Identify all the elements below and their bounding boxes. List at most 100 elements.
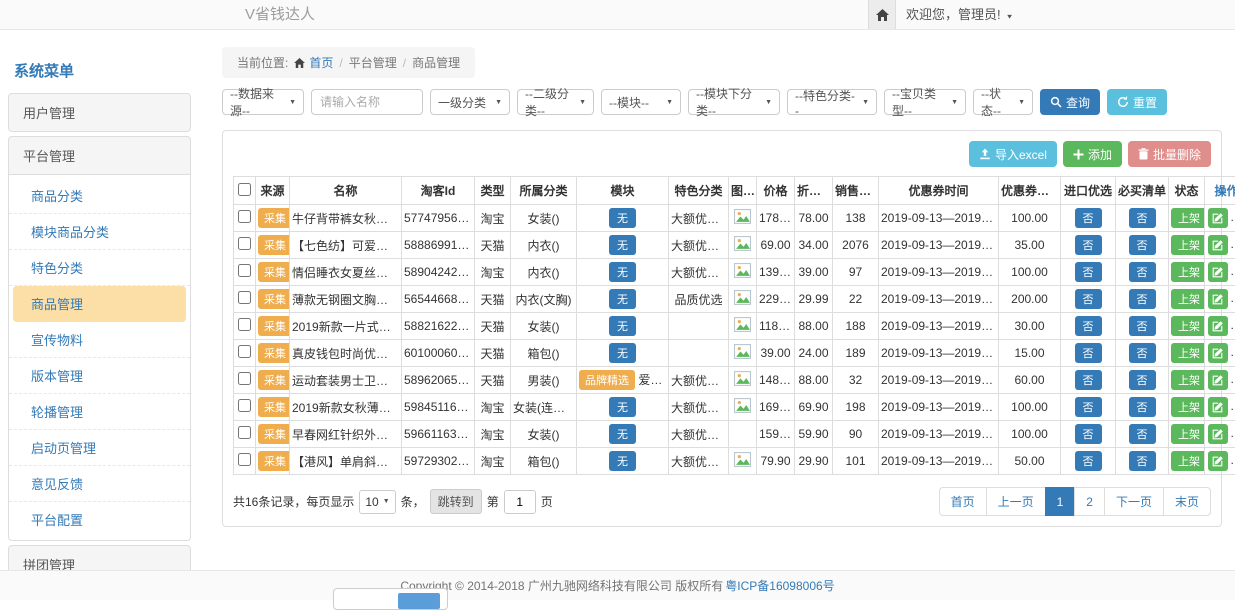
sidebar-group-2[interactable]: 拼团管理 xyxy=(8,545,191,570)
row-checkbox[interactable] xyxy=(238,291,251,304)
reset-button[interactable]: 重置 xyxy=(1107,89,1167,115)
row-checkbox[interactable] xyxy=(238,264,251,277)
import-select-toggle[interactable]: 否 xyxy=(1075,208,1102,228)
must-buy-toggle[interactable]: 否 xyxy=(1129,370,1156,390)
status-badge[interactable]: 上架 xyxy=(1171,343,1205,363)
status-badge[interactable]: 上架 xyxy=(1171,208,1205,228)
must-buy-toggle[interactable]: 否 xyxy=(1129,424,1156,444)
must-buy-toggle[interactable]: 否 xyxy=(1129,451,1156,471)
breadcrumb-home-link[interactable]: 首页 xyxy=(294,54,333,71)
edit-button[interactable] xyxy=(1208,316,1228,336)
icp-link[interactable]: 粤ICP备16098006号 xyxy=(725,577,834,594)
import-select-toggle[interactable]: 否 xyxy=(1075,343,1102,363)
import-select-toggle[interactable]: 否 xyxy=(1075,316,1102,336)
page-button-4[interactable]: 下一页 xyxy=(1104,487,1164,516)
row-checkbox[interactable] xyxy=(238,318,251,331)
edit-button[interactable] xyxy=(1208,208,1228,228)
page-button-3[interactable]: 2 xyxy=(1074,487,1105,516)
must-buy-toggle[interactable]: 否 xyxy=(1129,397,1156,417)
import-select-toggle[interactable]: 否 xyxy=(1075,424,1102,444)
must-buy-toggle[interactable]: 否 xyxy=(1129,262,1156,282)
import-select-toggle[interactable]: 否 xyxy=(1075,370,1102,390)
sidebar-item-6[interactable]: 轮播管理 xyxy=(9,394,190,430)
import-select-toggle[interactable]: 否 xyxy=(1075,235,1102,255)
row-checkbox[interactable] xyxy=(238,210,251,223)
must-buy-toggle[interactable]: 否 xyxy=(1129,343,1156,363)
edit-button[interactable] xyxy=(1208,451,1228,471)
filter-select-2[interactable]: --模块--▼ xyxy=(601,89,681,115)
edit-button[interactable] xyxy=(1208,235,1228,255)
select-all-checkbox[interactable] xyxy=(238,183,251,196)
page-button-1[interactable]: 上一页 xyxy=(986,487,1046,516)
module-none-badge[interactable]: 无 xyxy=(609,289,636,309)
row-checkbox[interactable] xyxy=(238,345,251,358)
sidebar-item-2[interactable]: 特色分类 xyxy=(9,250,190,286)
module-none-badge[interactable]: 无 xyxy=(609,424,636,444)
module-none-badge[interactable]: 无 xyxy=(609,208,636,228)
sidebar-item-5[interactable]: 版本管理 xyxy=(9,358,190,394)
module-none-badge[interactable]: 无 xyxy=(609,316,636,336)
edit-button[interactable] xyxy=(1208,424,1228,444)
user-menu[interactable]: 欢迎您，管理员!▼ xyxy=(906,0,1014,31)
filter-select-4[interactable]: --特色分类--▼ xyxy=(787,89,877,115)
edit-button[interactable] xyxy=(1208,370,1228,390)
filter-select-source[interactable]: --数据来源--▼ xyxy=(222,89,304,115)
status-badge[interactable]: 上架 xyxy=(1171,289,1205,309)
filter-select-0[interactable]: 一级分类▼ xyxy=(430,89,510,115)
status-badge[interactable]: 上架 xyxy=(1171,262,1205,282)
sidebar-item-4[interactable]: 宣传物料 xyxy=(9,322,190,358)
row-checkbox[interactable] xyxy=(238,372,251,385)
module-none-badge[interactable]: 无 xyxy=(609,235,636,255)
module-none-badge[interactable]: 无 xyxy=(609,451,636,471)
page-button-5[interactable]: 末页 xyxy=(1163,487,1211,516)
add-button[interactable]: 添加 xyxy=(1063,141,1122,167)
must-buy-toggle[interactable]: 否 xyxy=(1129,316,1156,336)
status-badge[interactable]: 上架 xyxy=(1171,397,1205,417)
must-buy-toggle[interactable]: 否 xyxy=(1129,289,1156,309)
import-excel-button[interactable]: 导入excel xyxy=(969,141,1057,167)
sidebar-item-0[interactable]: 商品分类 xyxy=(9,178,190,214)
jump-page-input[interactable] xyxy=(504,490,536,514)
page-button-2[interactable]: 1 xyxy=(1045,487,1076,516)
module-none-badge[interactable]: 无 xyxy=(609,397,636,417)
search-button[interactable]: 查询 xyxy=(1040,89,1100,115)
import-select-toggle[interactable]: 否 xyxy=(1075,397,1102,417)
row-checkbox[interactable] xyxy=(238,399,251,412)
status-badge[interactable]: 上架 xyxy=(1171,235,1205,255)
status-badge[interactable]: 上架 xyxy=(1171,370,1205,390)
row-checkbox[interactable] xyxy=(238,426,251,439)
status-badge[interactable]: 上架 xyxy=(1171,316,1205,336)
name-search-input[interactable] xyxy=(311,89,423,115)
module-none-badge[interactable]: 无 xyxy=(609,343,636,363)
module-none-badge[interactable]: 无 xyxy=(609,262,636,282)
edit-button[interactable] xyxy=(1208,262,1228,282)
sidebar-item-1[interactable]: 模块商品分类 xyxy=(9,214,190,250)
page-button-0[interactable]: 首页 xyxy=(939,487,987,516)
sidebar-group-0[interactable]: 用户管理 xyxy=(8,93,191,132)
sidebar-group-1[interactable]: 平台管理 xyxy=(8,136,191,175)
sidebar-item-9[interactable]: 平台配置 xyxy=(9,502,190,537)
must-buy-toggle[interactable]: 否 xyxy=(1129,208,1156,228)
sidebar-item-3[interactable]: 商品管理 xyxy=(13,286,186,322)
sidebar-item-8[interactable]: 意见反馈 xyxy=(9,466,190,502)
filter-select-5[interactable]: --宝贝类型--▼ xyxy=(884,89,966,115)
filter-select-6[interactable]: --状态--▼ xyxy=(973,89,1033,115)
edit-button[interactable] xyxy=(1208,397,1228,417)
import-select-toggle[interactable]: 否 xyxy=(1075,262,1102,282)
edit-button[interactable] xyxy=(1208,343,1228,363)
page-size-select[interactable]: 10 ▼ xyxy=(359,490,395,514)
status-badge[interactable]: 上架 xyxy=(1171,424,1205,444)
sidebar-item-7[interactable]: 启动页管理 xyxy=(9,430,190,466)
jump-button[interactable]: 跳转到 xyxy=(430,489,482,514)
status-badge[interactable]: 上架 xyxy=(1171,451,1205,471)
row-checkbox[interactable] xyxy=(238,237,251,250)
must-buy-toggle[interactable]: 否 xyxy=(1129,235,1156,255)
filter-select-1[interactable]: --二级分类--▼ xyxy=(517,89,594,115)
filter-select-3[interactable]: --模块下分类--▼ xyxy=(688,89,780,115)
import-select-toggle[interactable]: 否 xyxy=(1075,289,1102,309)
edit-button[interactable] xyxy=(1208,289,1228,309)
import-select-toggle[interactable]: 否 xyxy=(1075,451,1102,471)
batch-delete-button[interactable]: 批量删除 xyxy=(1128,141,1211,167)
home-shortcut-button[interactable] xyxy=(868,0,896,29)
row-checkbox[interactable] xyxy=(238,453,251,466)
